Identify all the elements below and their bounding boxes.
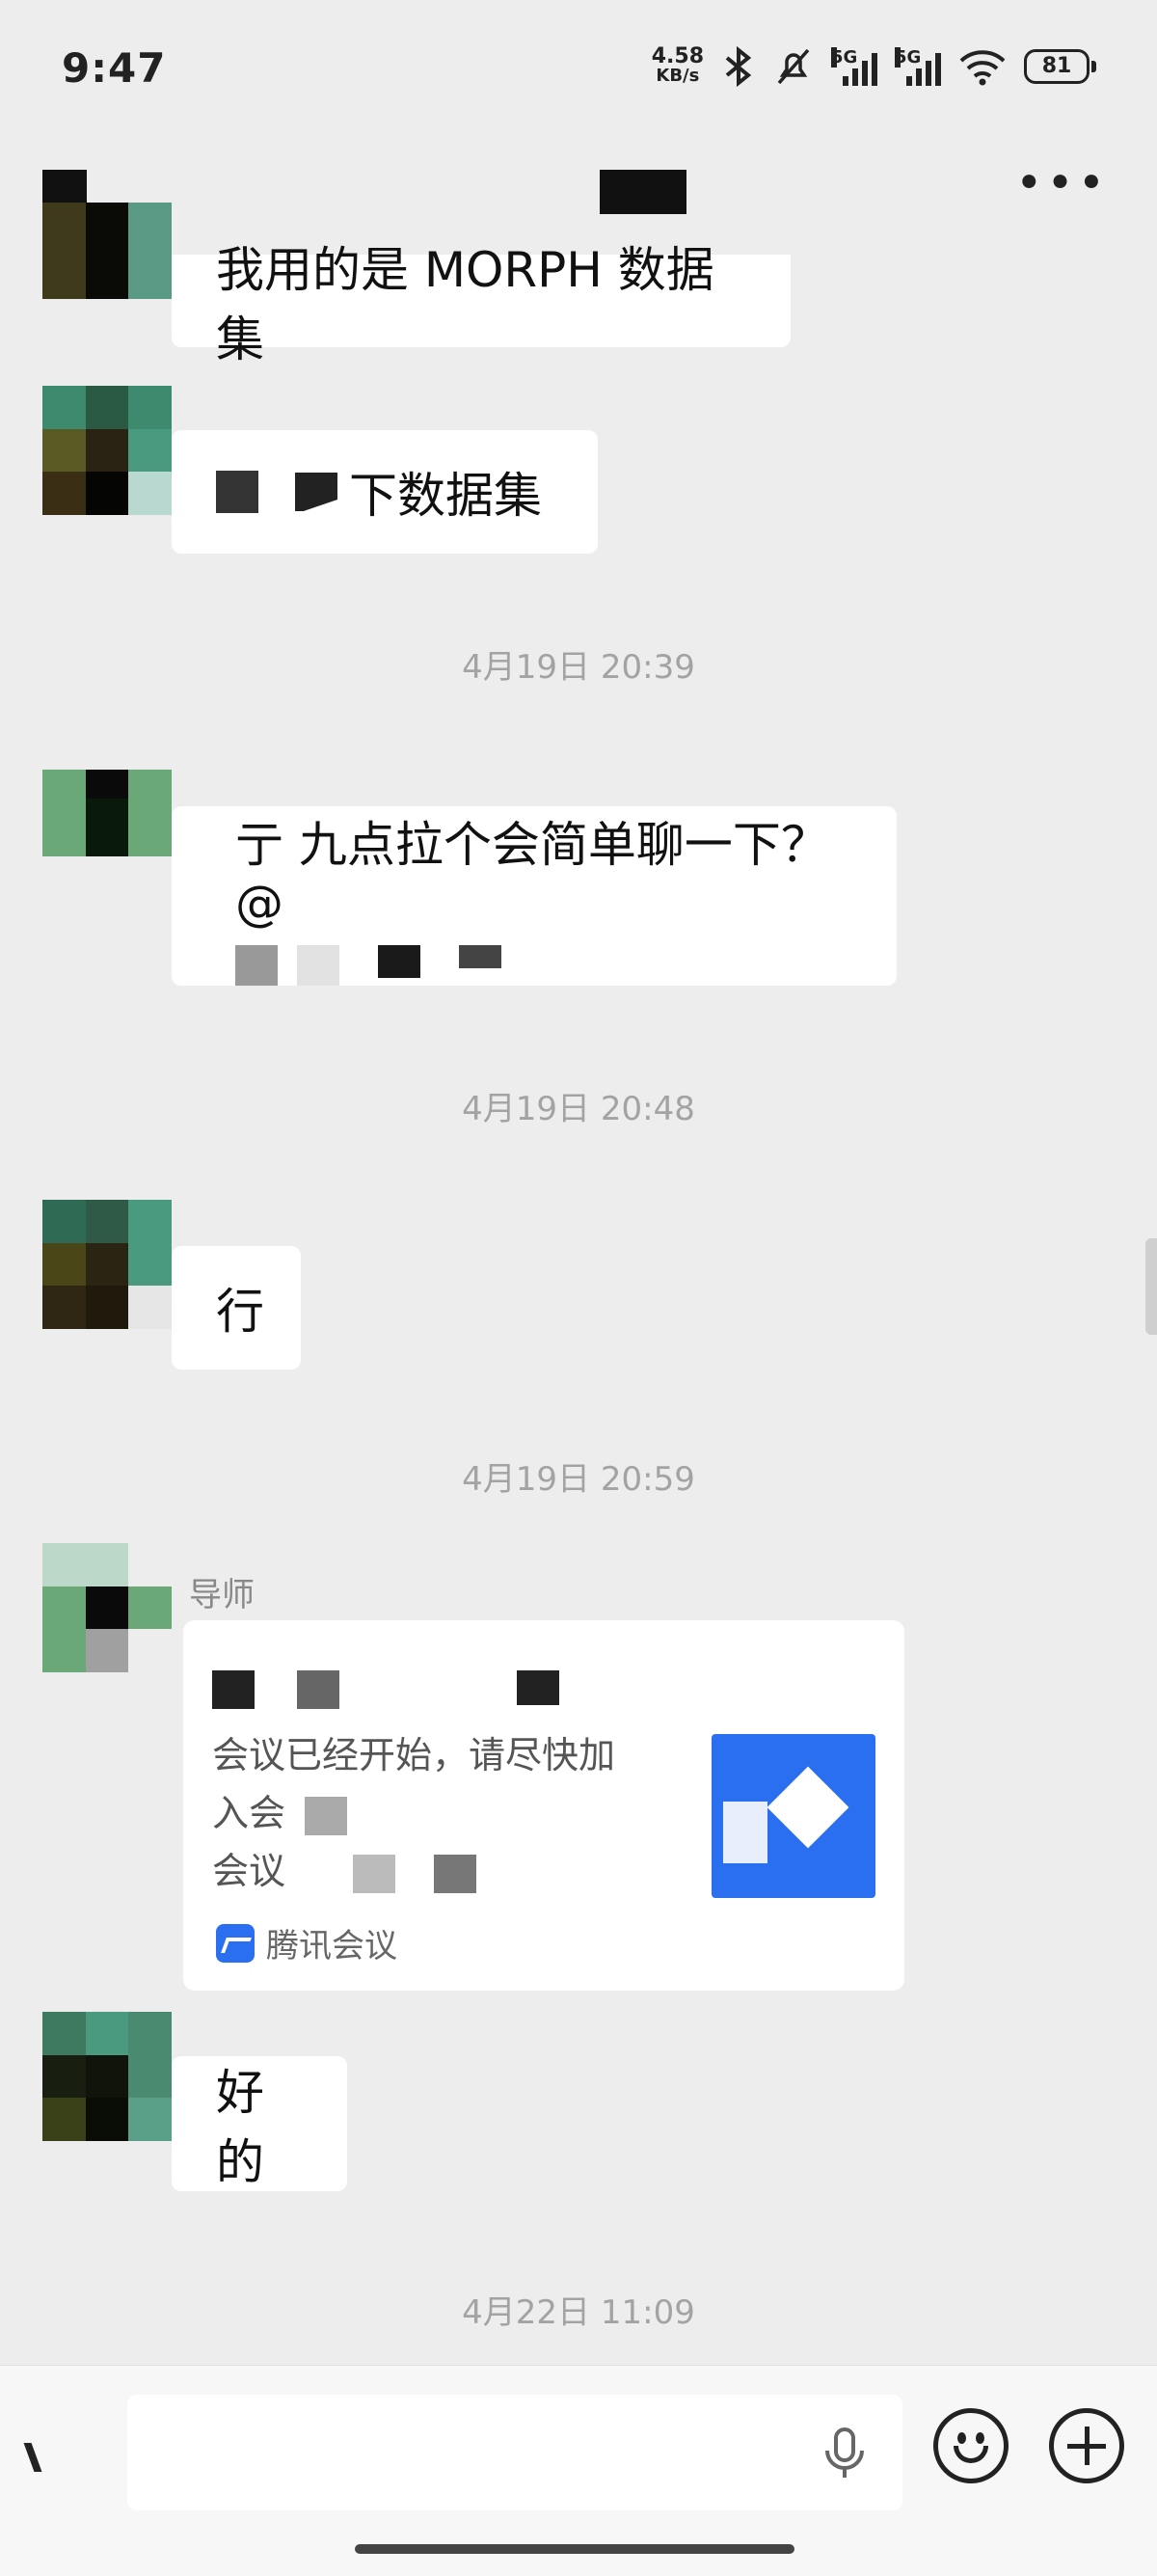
message-bubble[interactable]: 亍 九点拉个会简单聊一下？@ [172,806,897,986]
card-source: 腾讯会议 [216,1919,397,1966]
mute-bell-icon [777,48,810,85]
meeting-thumbnail-icon [712,1734,875,1898]
message-text: 行 [216,1284,264,1340]
message-text: 下数据集 [349,468,542,524]
microphone-icon[interactable] [814,2422,875,2483]
timestamp: 4月19日 20:48 [462,1090,695,1128]
message-text: 亍 九点拉个会简单聊一下？@ [235,817,829,932]
redacted-mention [235,945,501,986]
timestamp: 4月19日 20:39 [462,648,695,687]
battery-icon: 81 [1024,49,1096,84]
message-bubble[interactable]: 下数据集 [172,430,598,554]
network-speed: 4.58 KB/s [651,44,704,86]
meeting-card[interactable]: 会议已经开始，请尽快加 入会 会议 腾讯会议 [183,1620,904,1991]
bluetooth-icon [725,46,752,87]
signal-5g-1-icon: 5G [831,47,877,86]
scrollbar[interactable] [1145,1238,1157,1335]
wifi-icon [959,50,1006,86]
timestamp: 4月22日 11:09 [462,2293,695,2332]
message-text: 我用的是 MORPH 数据集 [216,242,714,367]
chat-title [600,170,686,214]
avatar[interactable] [42,1543,172,1672]
timestamp: 4月19日 20:59 [462,1460,695,1499]
avatar[interactable] [42,203,172,299]
home-indicator[interactable] [355,2544,794,2554]
avatar[interactable] [42,386,172,515]
message-text: 好的 [216,2065,264,2190]
message-bubble[interactable]: 行 [172,1246,301,1369]
status-time: 9:47 [62,44,167,92]
voice-toggle-icon[interactable] [23,2443,42,2472]
emoji-button[interactable] [933,2408,1009,2483]
status-bar: 9:47 4.58 KB/s 5G 5G 81 [0,0,1157,135]
card-description: 会议已经开始，请尽快加 入会 会议 [212,1734,616,1893]
message-input[interactable] [127,2395,902,2510]
redacted-block [295,473,337,511]
card-title-redacted [212,1670,559,1709]
message-bubble[interactable]: 我用的是 MORPH 数据集 [172,242,791,367]
redacted-block [216,471,258,513]
avatar[interactable] [42,2012,172,2141]
status-icons: 4.58 KB/s 5G 5G 81 [651,44,1096,87]
sender-name: 导师 [189,1576,255,1614]
more-options-icon[interactable]: ••• [1015,160,1109,206]
avatar[interactable] [42,1200,172,1329]
tencent-meeting-icon [216,1923,255,1963]
avatar[interactable] [42,770,172,856]
signal-5g-2-icon: 5G [895,47,941,86]
message-bubble[interactable]: 好的 [172,2056,347,2191]
plus-button[interactable] [1049,2408,1124,2483]
